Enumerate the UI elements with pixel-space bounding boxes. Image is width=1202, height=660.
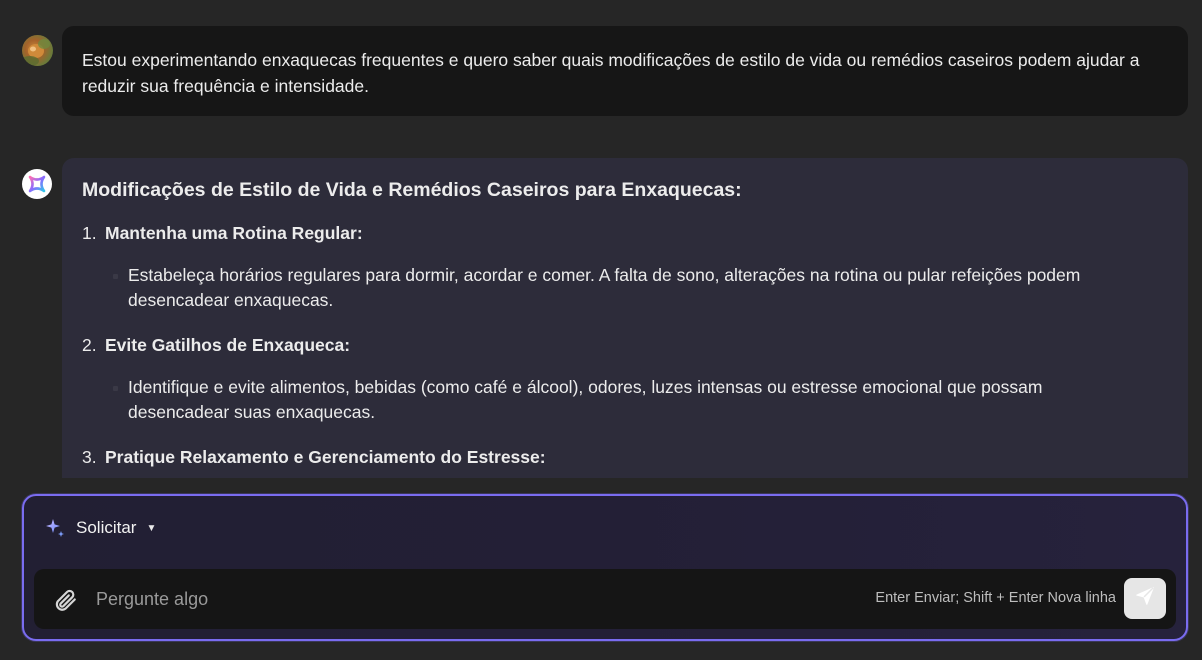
send-button[interactable] [1124,578,1166,619]
assistant-message: Modificações de Estilo de Vida e Remédio… [62,158,1188,478]
chat-thread: Estou experimentando enxaquecas frequent… [0,0,1202,478]
step-heading: 1. Mantenha uma Rotina Regular: [82,220,1168,246]
step-heading: 2. Evite Gatilhos de Enxaqueca: [82,332,1168,358]
step-number: 1. [82,223,97,243]
step-title: Evite Gatilhos de Enxaqueca: [105,335,351,355]
user-avatar [22,35,53,66]
input-bar: Enter Enviar; Shift + Enter Nova linha [34,569,1176,629]
caret-down-icon: ▼ [146,522,157,534]
step-title: Pratique Relaxamento e Gerenciamento do … [105,447,546,467]
step-bullet: Estabeleça horários regulares para dormi… [113,263,1168,313]
paperclip-icon[interactable] [52,587,78,613]
user-message-text: Estou experimentando enxaquecas frequent… [82,50,1140,96]
mode-label: Solicitar [76,518,137,537]
step-number: 3. [82,447,97,467]
keyboard-hint: Enter Enviar; Shift + Enter Nova linha [875,590,1116,606]
assistant-logo-icon [22,169,52,199]
step-bullet: Identifique e evite alimentos, bebidas (… [113,375,1168,425]
send-icon [1134,585,1156,612]
message-composer: Solicitar ▼ Enter Enviar; Shift + Enter … [22,494,1188,641]
step-number: 2. [82,335,97,355]
step-title: Mantenha uma Rotina Regular: [105,223,363,243]
answer-title: Modificações de Estilo de Vida e Remédio… [82,179,742,201]
user-message: Estou experimentando enxaquecas frequent… [62,26,1188,116]
mode-dropdown[interactable]: Solicitar ▼ [44,517,156,539]
message-input[interactable] [94,581,798,617]
sparkle-icon [44,517,66,539]
step-heading: 3. Pratique Relaxamento e Gerenciamento … [82,444,1168,470]
